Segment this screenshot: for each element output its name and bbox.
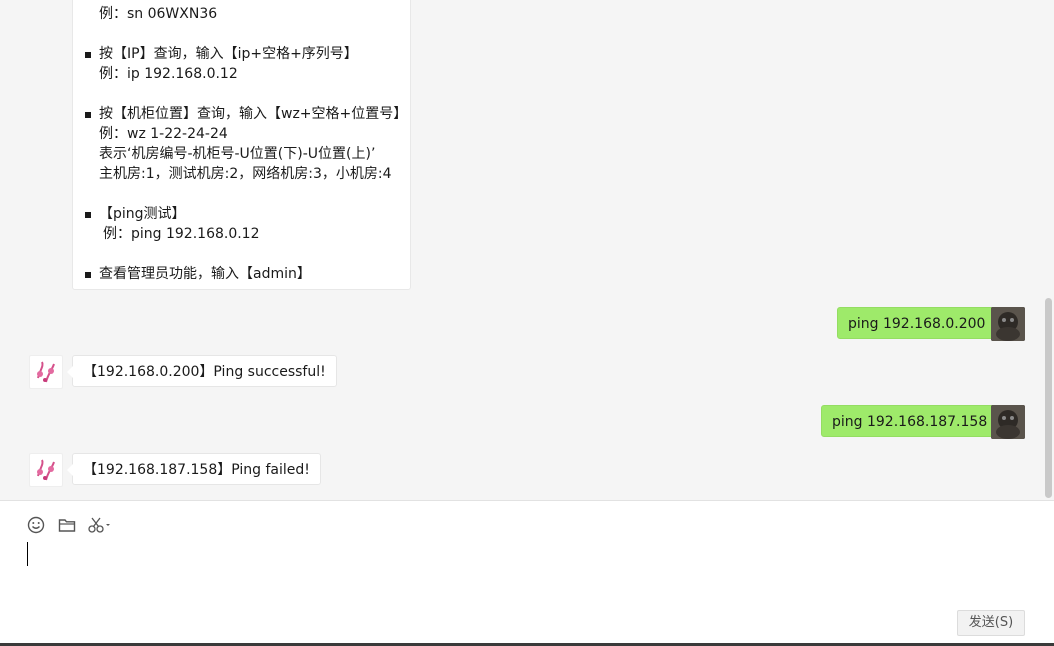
help-ip-title: 按【IP】查询，输入【ip+空格+序列号】	[99, 46, 358, 62]
help-wz-desc: 表示‘机房编号-机柜号-U位置(下)-U位置(上)’	[99, 146, 376, 162]
message-input-area[interactable]: 发送(S)	[0, 500, 1054, 646]
send-button[interactable]: 发送(S)	[957, 610, 1025, 636]
bullet-icon	[85, 112, 91, 118]
chat-scrollbar[interactable]	[1045, 298, 1052, 498]
folder-icon[interactable]	[57, 515, 77, 535]
bot-avatar[interactable]	[29, 355, 63, 389]
sent-message-bubble: ping 192.168.0.200	[837, 307, 1002, 339]
help-ip-example: 例：ip 192.168.0.12	[99, 66, 238, 82]
user-avatar[interactable]	[991, 405, 1025, 439]
help-ping-title: 【ping测试】	[99, 206, 186, 222]
chat-history: 例：sn 06WXN36 按【IP】查询，输入【ip+空格+序列号】 例：ip …	[0, 0, 1054, 500]
help-wz-title: 按【机柜位置】查询，输入【wz+空格+位置号】	[99, 106, 408, 122]
help-message: 例：sn 06WXN36 按【IP】查询，输入【ip+空格+序列号】 例：ip …	[72, 0, 411, 290]
sent-message-bubble: ping 192.168.187.158	[821, 405, 1004, 437]
user-avatar[interactable]	[991, 307, 1025, 341]
help-sn-example: 例：sn 06WXN36	[99, 6, 218, 22]
help-wz-example: 例：wz 1-22-24-24	[99, 126, 228, 142]
received-message-bubble: 【192.168.0.200】Ping successful!	[67, 355, 337, 387]
bullet-icon	[85, 272, 91, 278]
help-wz-rooms: 主机房:1，测试机房:2，网络机房:3，小机房:4	[99, 166, 392, 182]
help-ping-example: 例：ping 192.168.0.12	[103, 226, 260, 242]
emoji-icon[interactable]	[26, 515, 46, 535]
help-admin-title: 查看管理员功能，输入【admin】	[99, 266, 311, 282]
scissors-icon[interactable]	[87, 515, 113, 535]
received-message-bubble: 【192.168.187.158】Ping failed!	[67, 453, 321, 485]
bullet-icon	[85, 52, 91, 58]
text-cursor	[27, 542, 28, 566]
bot-avatar[interactable]	[29, 453, 63, 487]
bullet-icon	[85, 212, 91, 218]
